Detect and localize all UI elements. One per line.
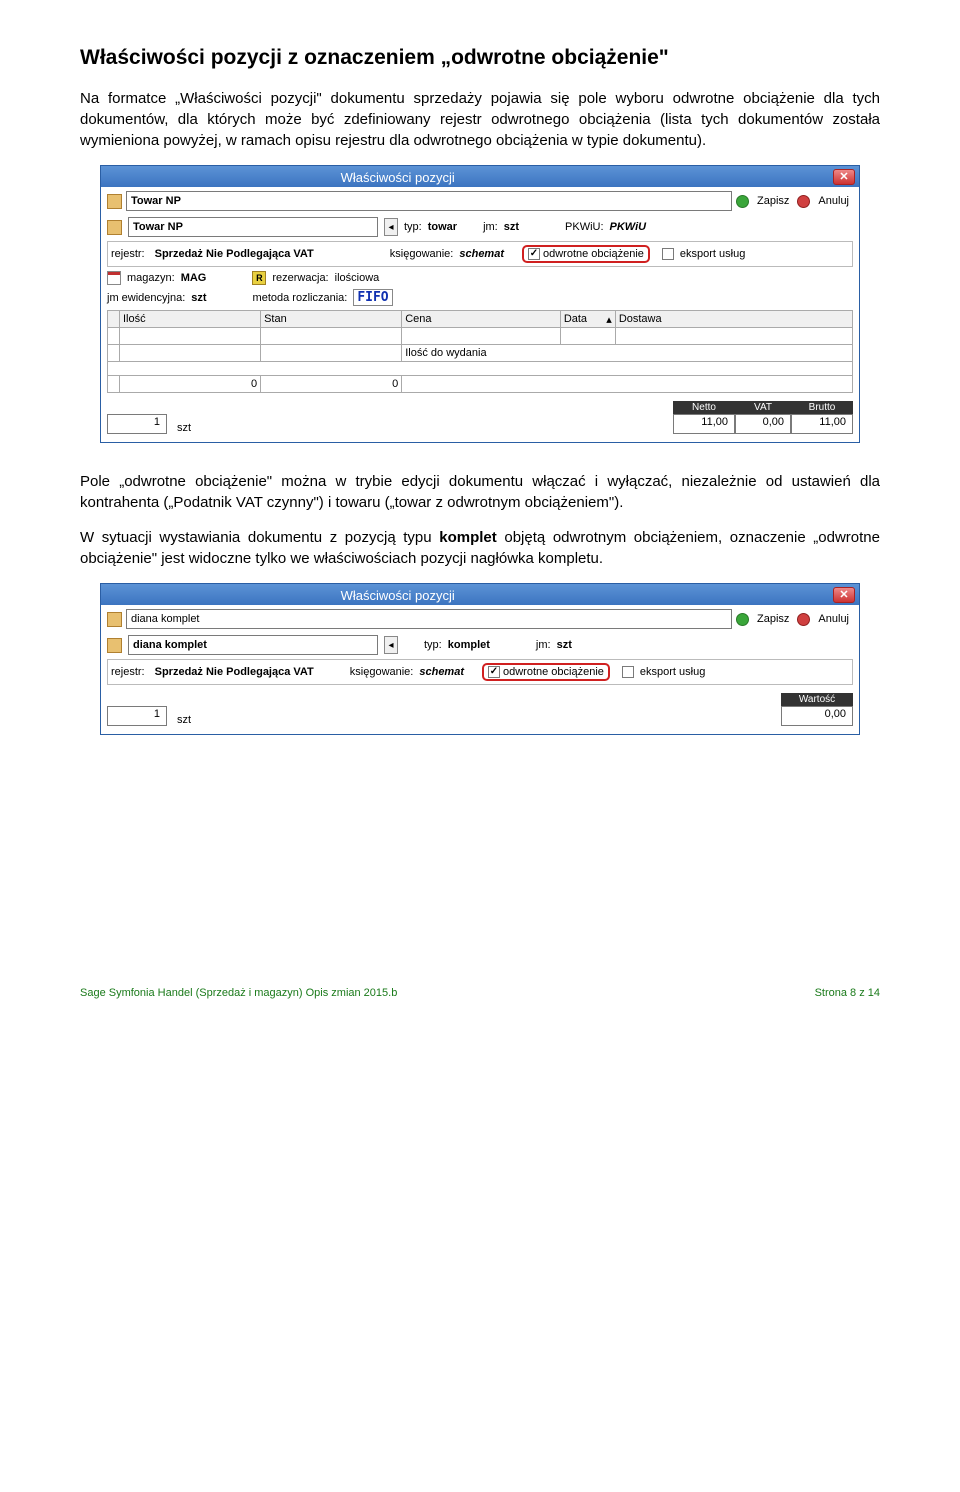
nav-prev-icon[interactable]: ◂ [384,218,398,236]
pin-icon [105,168,117,182]
eksport-uslug-label: eksport usług [680,248,745,260]
rezerwacja-label: rezerwacja: [272,272,328,284]
footer-right: Strona 8 z 14 [815,987,880,999]
table-sum-row: 00 [108,376,853,393]
heading: Właściwości pozycji z oznaczeniem „odwro… [80,46,880,70]
header-brutto: Brutto [791,401,853,414]
window-title: Właściwości pozycji [341,170,455,185]
eksport-uslug-checkbox[interactable] [662,248,674,260]
typ-value: towar [428,221,457,233]
cancel-icon[interactable] [797,613,810,626]
header-wartosc: Wartość [781,693,853,706]
close-icon[interactable]: ✕ [833,169,855,185]
odwrotne-obciazenie-checkbox[interactable]: ✓ [528,248,540,260]
ksiegowanie-value[interactable]: schemat [459,248,504,260]
value-vat: 0,00 [735,414,791,434]
odwrotne-obciazenie-highlight: ✓ odwrotne obciążenie [522,245,650,263]
ksiegowanie-label: księgowanie: [350,666,414,678]
rezerwacja-value: ilościowa [335,272,380,284]
paragraph-3: W sytuacji wystawiania dokumentu z pozyc… [80,527,880,569]
magazyn-icon [107,271,121,285]
footer-left: Sage Symfonia Handel (Sprzedaż i magazyn… [80,987,397,999]
item-icon [107,638,122,653]
metoda-label: metoda rozliczania: [253,292,348,304]
typ-label: typ: [424,639,442,651]
magazyn-value[interactable]: MAG [181,272,207,284]
value-wartosc: 0,00 [781,706,853,726]
window-title: Właściwości pozycji [341,588,455,603]
name-field[interactable]: Towar NP [126,191,732,211]
pkwiu-value[interactable]: PKWiU [610,221,647,233]
name2-field[interactable]: diana komplet [128,635,378,655]
eksport-uslug-checkbox[interactable] [622,666,634,678]
rejestr-value[interactable]: Sprzedaż Nie Podlegająca VAT [155,666,314,678]
qty-unit: szt [177,714,191,726]
page-footer: Sage Symfonia Handel (Sprzedaż i magazyn… [0,973,960,1007]
ok-icon[interactable] [736,195,749,208]
pin-icon [105,586,117,600]
item-icon [107,194,122,209]
typ-value: komplet [448,639,490,651]
item-icon [107,220,122,235]
close-icon[interactable]: ✕ [833,587,855,603]
qty-field[interactable]: 1 [107,706,167,726]
jm-label: jm: [483,221,498,233]
name2-field[interactable]: Towar NP [128,217,378,237]
name-field[interactable]: diana komplet [126,609,732,629]
paragraph-2: Pole „odwrotne obciążenie" można w trybi… [80,471,880,513]
qty-unit: szt [177,422,191,434]
rejestr-label: rejestr: [111,666,145,678]
jmewid-value: szt [191,292,206,304]
odwrotne-obciazenie-checkbox[interactable]: ✓ [488,666,500,678]
odwrotne-obciazenie-highlight: ✓ odwrotne obciążenie [482,663,610,681]
table-row[interactable] [108,328,853,345]
save-button[interactable]: Zapisz [757,613,789,625]
stock-table: Ilość Stan Cena Data ▴ Dostawa Ilość do … [107,310,853,393]
typ-label: typ: [404,221,422,233]
header-vat: VAT [735,401,791,414]
pkwiu-label: PKWiU: [565,221,604,233]
th-data: Data ▴ [560,311,615,328]
th-ilosc: Ilość [120,311,261,328]
qty-field[interactable]: 1 [107,414,167,434]
rezerwacja-icon: R [252,271,266,285]
rejestr-label: rejestr: [111,248,145,260]
value-netto: 11,00 [673,414,735,434]
ksiegowanie-label: księgowanie: [390,248,454,260]
rejestr-value[interactable]: Sprzedaż Nie Podlegająca VAT [155,248,314,260]
save-button[interactable]: Zapisz [757,195,789,207]
metoda-value: FIFO [353,289,392,306]
odwrotne-obciazenie-label: odwrotne obciążenie [543,248,644,260]
eksport-uslug-label: eksport usług [640,666,705,678]
jm-value: szt [557,639,572,651]
odwrotne-obciazenie-label: odwrotne obciążenie [503,666,604,678]
ok-icon[interactable] [736,613,749,626]
cancel-icon[interactable] [797,195,810,208]
dialog-wlasciwosci-2: Właściwości pozycji ✕ diana komplet Zapi… [100,583,860,735]
item-icon [107,612,122,627]
jmewid-label: jm ewidencyjna: [107,292,185,304]
dialog-wlasciwosci-1: Właściwości pozycji ✕ Towar NP Zapisz An… [100,165,860,443]
cancel-button[interactable]: Anuluj [818,613,849,625]
jm-value: szt [504,221,519,233]
ksiegowanie-value[interactable]: schemat [419,666,464,678]
nav-prev-icon[interactable]: ◂ [384,636,398,654]
cancel-button[interactable]: Anuluj [818,195,849,207]
th-dostawa: Dostawa [615,311,852,328]
titlebar: Właściwości pozycji ✕ [101,584,859,605]
titlebar: Właściwości pozycji ✕ [101,166,859,187]
magazyn-label: magazyn: [127,272,175,284]
table-row: Ilość do wydania [108,345,853,362]
header-netto: Netto [673,401,735,414]
th-stan: Stan [261,311,402,328]
jm-label: jm: [536,639,551,651]
table-row [108,362,853,376]
paragraph-1: Na formatce „Właściwości pozycji" dokume… [80,88,880,151]
value-brutto: 11,00 [791,414,853,434]
th-cena: Cena [402,311,561,328]
